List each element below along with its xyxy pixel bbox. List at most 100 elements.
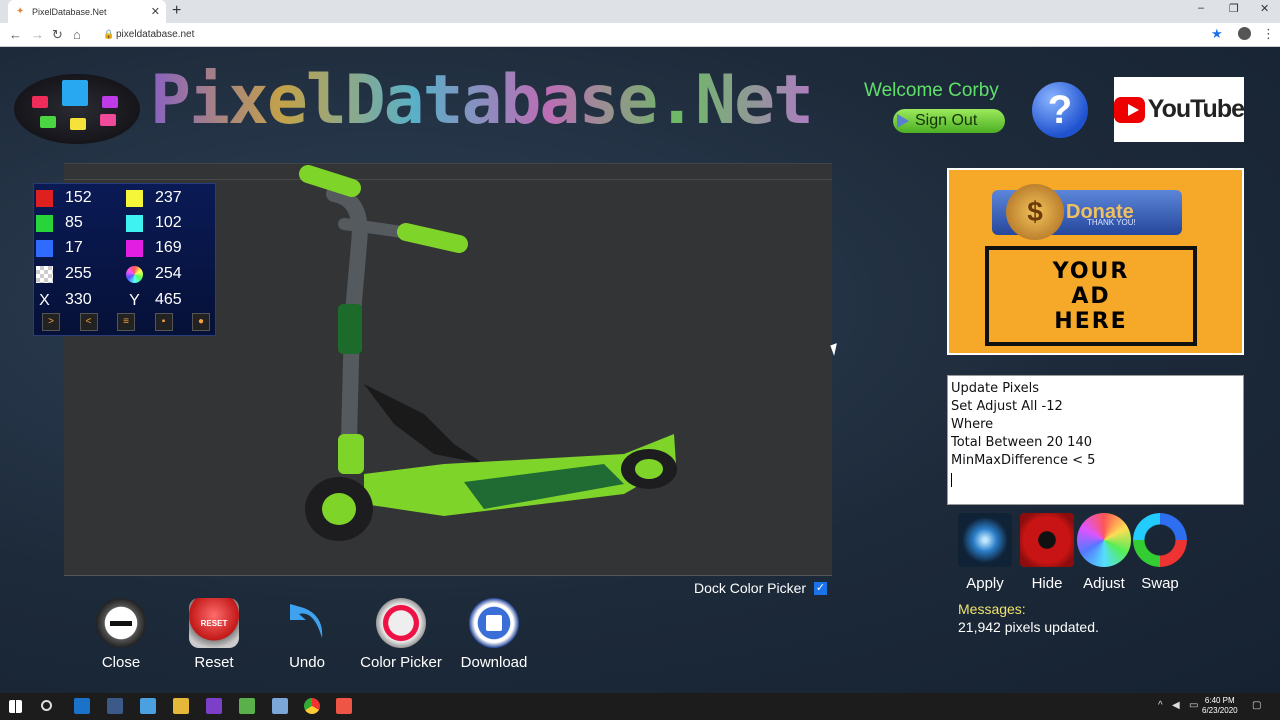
browser-menu-icon[interactable]: ⋮ [1262, 26, 1275, 42]
youtube-button[interactable]: YouTube [1114, 77, 1245, 142]
hide-label: Hide [1031, 575, 1063, 592]
system-clock[interactable]: 6:40 PM 6/23/2020 [1202, 696, 1238, 716]
color-picker-panel[interactable]: 152 237 85 102 17 169 255 254 X 330 Y 46… [33, 183, 216, 336]
save-disk-icon [469, 598, 519, 648]
reload-icon[interactable]: ↻ [52, 27, 63, 43]
magenta-value: 169 [155, 239, 182, 256]
app-icon[interactable] [336, 698, 352, 714]
messages-text: 21,942 pixels updated. [958, 619, 1099, 635]
notifications-icon[interactable]: ▢ [1252, 700, 1261, 711]
tray-chevron-icon[interactable]: ^ [1158, 700, 1163, 711]
maximize-button[interactable]: ❐ [1229, 2, 1239, 15]
donate-button[interactable]: $ Donate THANK YOU! [992, 184, 1182, 240]
app-icon[interactable] [107, 698, 123, 714]
green-swatch [36, 214, 53, 232]
lock-icon: 🔒 [103, 29, 115, 39]
tab-close-icon[interactable]: ✕ [151, 5, 160, 18]
close-icon [96, 598, 146, 648]
windows-start-icon[interactable] [9, 700, 22, 713]
query-editor[interactable]: Update Pixels Set Adjust All -12 Where T… [947, 375, 1244, 505]
dock-color-picker-label: Dock Color Picker [694, 580, 807, 596]
account-icon[interactable] [1238, 27, 1251, 40]
y-value: 465 [155, 291, 182, 308]
adjust-button[interactable]: Adjust [1073, 513, 1135, 592]
scooter-front-hub [322, 493, 356, 525]
swap-icon [1133, 513, 1187, 567]
arrow-icon [897, 114, 909, 128]
download-label: Download [460, 654, 528, 671]
scooter-clamp [338, 304, 362, 354]
undo-button[interactable]: Undo [257, 598, 357, 671]
alpha-checker-icon [36, 265, 53, 283]
help-icon[interactable]: ? [1032, 82, 1088, 138]
reset-button[interactable]: RESET Reset [164, 598, 264, 671]
coin-icon: $ [1006, 184, 1064, 240]
download-button[interactable]: Download [444, 598, 544, 671]
chrome-icon[interactable] [304, 698, 320, 714]
apply-icon [958, 513, 1012, 567]
yellow-swatch [126, 189, 143, 207]
cyan-swatch [126, 214, 143, 232]
clock-time: 6:40 PM [1204, 696, 1235, 705]
y-label: Y [129, 291, 140, 309]
alpha-value: 255 [65, 265, 92, 282]
scooter-grip-left [299, 165, 361, 197]
ad-placeholder: YOUR AD HERE [985, 246, 1197, 346]
minimize-button[interactable]: – [1198, 2, 1204, 14]
blue-row: 17 [36, 238, 83, 258]
color-wheel-icon [126, 265, 143, 283]
youtube-play-icon [1114, 96, 1145, 123]
next-icon[interactable]: > [42, 313, 60, 331]
network-icon[interactable]: ▭ [1189, 700, 1198, 711]
color-picker-button[interactable]: Color Picker [351, 598, 451, 671]
settings-icon[interactable]: ● [192, 313, 210, 331]
red-row: 152 [36, 188, 92, 208]
browser-tab[interactable]: ✦ PixelDatabase.Net ✕ [8, 0, 166, 23]
logo-cube-icon [102, 96, 118, 108]
swap-button[interactable]: Swap [1129, 513, 1191, 592]
sign-out-button[interactable]: Sign Out [893, 109, 1005, 133]
site-logo[interactable] [14, 74, 140, 144]
pin-icon[interactable]: ▪ [154, 313, 173, 331]
dock-color-picker-checkbox[interactable]: ✓ [814, 581, 828, 595]
total-value: 254 [155, 265, 182, 282]
red-value: 152 [65, 189, 92, 206]
close-button[interactable]: Close [71, 598, 171, 671]
blue-swatch [36, 239, 53, 257]
apply-label: Apply [966, 575, 1004, 592]
text-caret [951, 473, 952, 487]
home-icon[interactable]: ⌂ [73, 27, 81, 42]
apply-button[interactable]: Apply [954, 513, 1016, 592]
query-line: Where [951, 417, 994, 432]
scooter-fork [338, 434, 364, 474]
ad-banner[interactable]: $ Donate THANK YOU! YOUR AD HERE [947, 168, 1244, 355]
yellow-row: 237 [126, 188, 182, 208]
dock-color-picker[interactable]: Dock Color Picker ✓ [694, 580, 828, 596]
outlook-icon[interactable] [74, 698, 90, 714]
adjust-label: Adjust [1083, 575, 1125, 592]
query-line: Update Pixels [951, 381, 1040, 396]
donate-thanks: THANK YOU! [1087, 218, 1136, 227]
forward-icon[interactable]: → [31, 27, 44, 42]
search-icon[interactable] [41, 700, 52, 711]
menu-icon[interactable]: ≡ [117, 313, 135, 331]
app-icon[interactable] [140, 698, 156, 714]
window-close-button[interactable]: ✕ [1260, 2, 1269, 15]
app-icon[interactable] [239, 698, 255, 714]
yellow-value: 237 [155, 189, 182, 206]
app-icon[interactable] [272, 698, 288, 714]
new-tab-button[interactable]: + [172, 2, 181, 20]
swap-label: Swap [1141, 575, 1179, 592]
logo-cube-icon [62, 80, 88, 106]
volume-icon[interactable]: ◀ [1172, 700, 1180, 711]
file-explorer-icon[interactable] [173, 698, 189, 714]
scooter-shadow [364, 384, 484, 464]
green-value: 85 [65, 214, 83, 231]
bookmark-star-icon[interactable]: ★ [1211, 26, 1223, 42]
alpha-row: 255 [36, 264, 92, 284]
previous-icon[interactable]: < [79, 313, 98, 331]
back-icon[interactable]: ← [9, 27, 22, 42]
url-field[interactable]: pixeldatabase.net [116, 29, 194, 40]
visual-studio-icon[interactable] [206, 698, 222, 714]
hide-button[interactable]: Hide [1016, 513, 1078, 592]
